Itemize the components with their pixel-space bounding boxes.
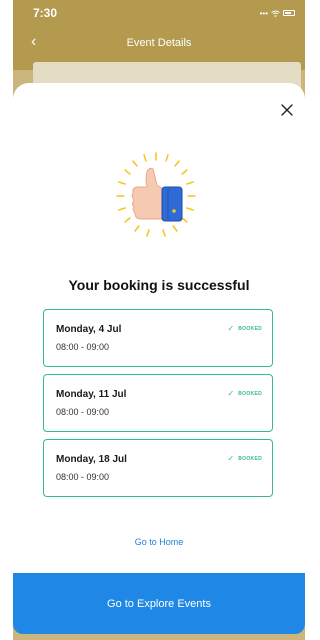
check-icon: ✓ [227, 389, 235, 398]
booking-card[interactable]: Monday, 18 Jul 08:00 - 09:00 ✓ BOOKED [43, 439, 273, 497]
phone-screen: 7:30 ••• ‹ Event Details Your booking is… [13, 0, 305, 640]
thumbs-up-icon [116, 152, 196, 237]
booking-status-badge: ✓ BOOKED [228, 455, 262, 463]
booking-date: Monday, 11 Jul [56, 389, 127, 400]
booking-time: 08:00 - 09:00 [56, 407, 110, 417]
booking-status-label: BOOKED [238, 326, 262, 332]
booking-date: Monday, 18 Jul [56, 454, 127, 465]
close-icon [281, 104, 293, 116]
background-page-title: Event Details [126, 37, 192, 49]
booking-time: 08:00 - 09:00 [56, 342, 110, 352]
battery-icon [283, 10, 295, 16]
booking-date: Monday, 4 Jul [56, 324, 122, 335]
booking-time: 08:00 - 09:00 [56, 472, 110, 482]
signal-icon: ••• [259, 8, 268, 18]
booking-success-sheet: Your booking is successful Monday, 4 Jul… [13, 83, 305, 613]
booking-status-badge: ✓ BOOKED [228, 325, 262, 333]
status-bar: 7:30 ••• [13, 0, 305, 26]
booking-status-label: BOOKED [238, 391, 262, 397]
check-icon: ✓ [227, 324, 235, 333]
explore-events-button[interactable]: Go to Explore Events [13, 573, 305, 634]
go-to-home-link[interactable]: Go to Home [13, 537, 305, 547]
booking-status-badge: ✓ BOOKED [228, 390, 262, 398]
booking-card[interactable]: Monday, 4 Jul 08:00 - 09:00 ✓ BOOKED [43, 309, 273, 367]
booking-card[interactable]: Monday, 11 Jul 08:00 - 09:00 ✓ BOOKED [43, 374, 273, 432]
status-time: 7:30 [33, 6, 58, 20]
check-icon: ✓ [227, 454, 235, 463]
wifi-icon [271, 10, 280, 17]
success-headline: Your booking is successful [68, 277, 250, 293]
status-icons: ••• [260, 9, 295, 18]
close-button[interactable] [277, 100, 297, 120]
booking-status-label: BOOKED [238, 456, 262, 462]
